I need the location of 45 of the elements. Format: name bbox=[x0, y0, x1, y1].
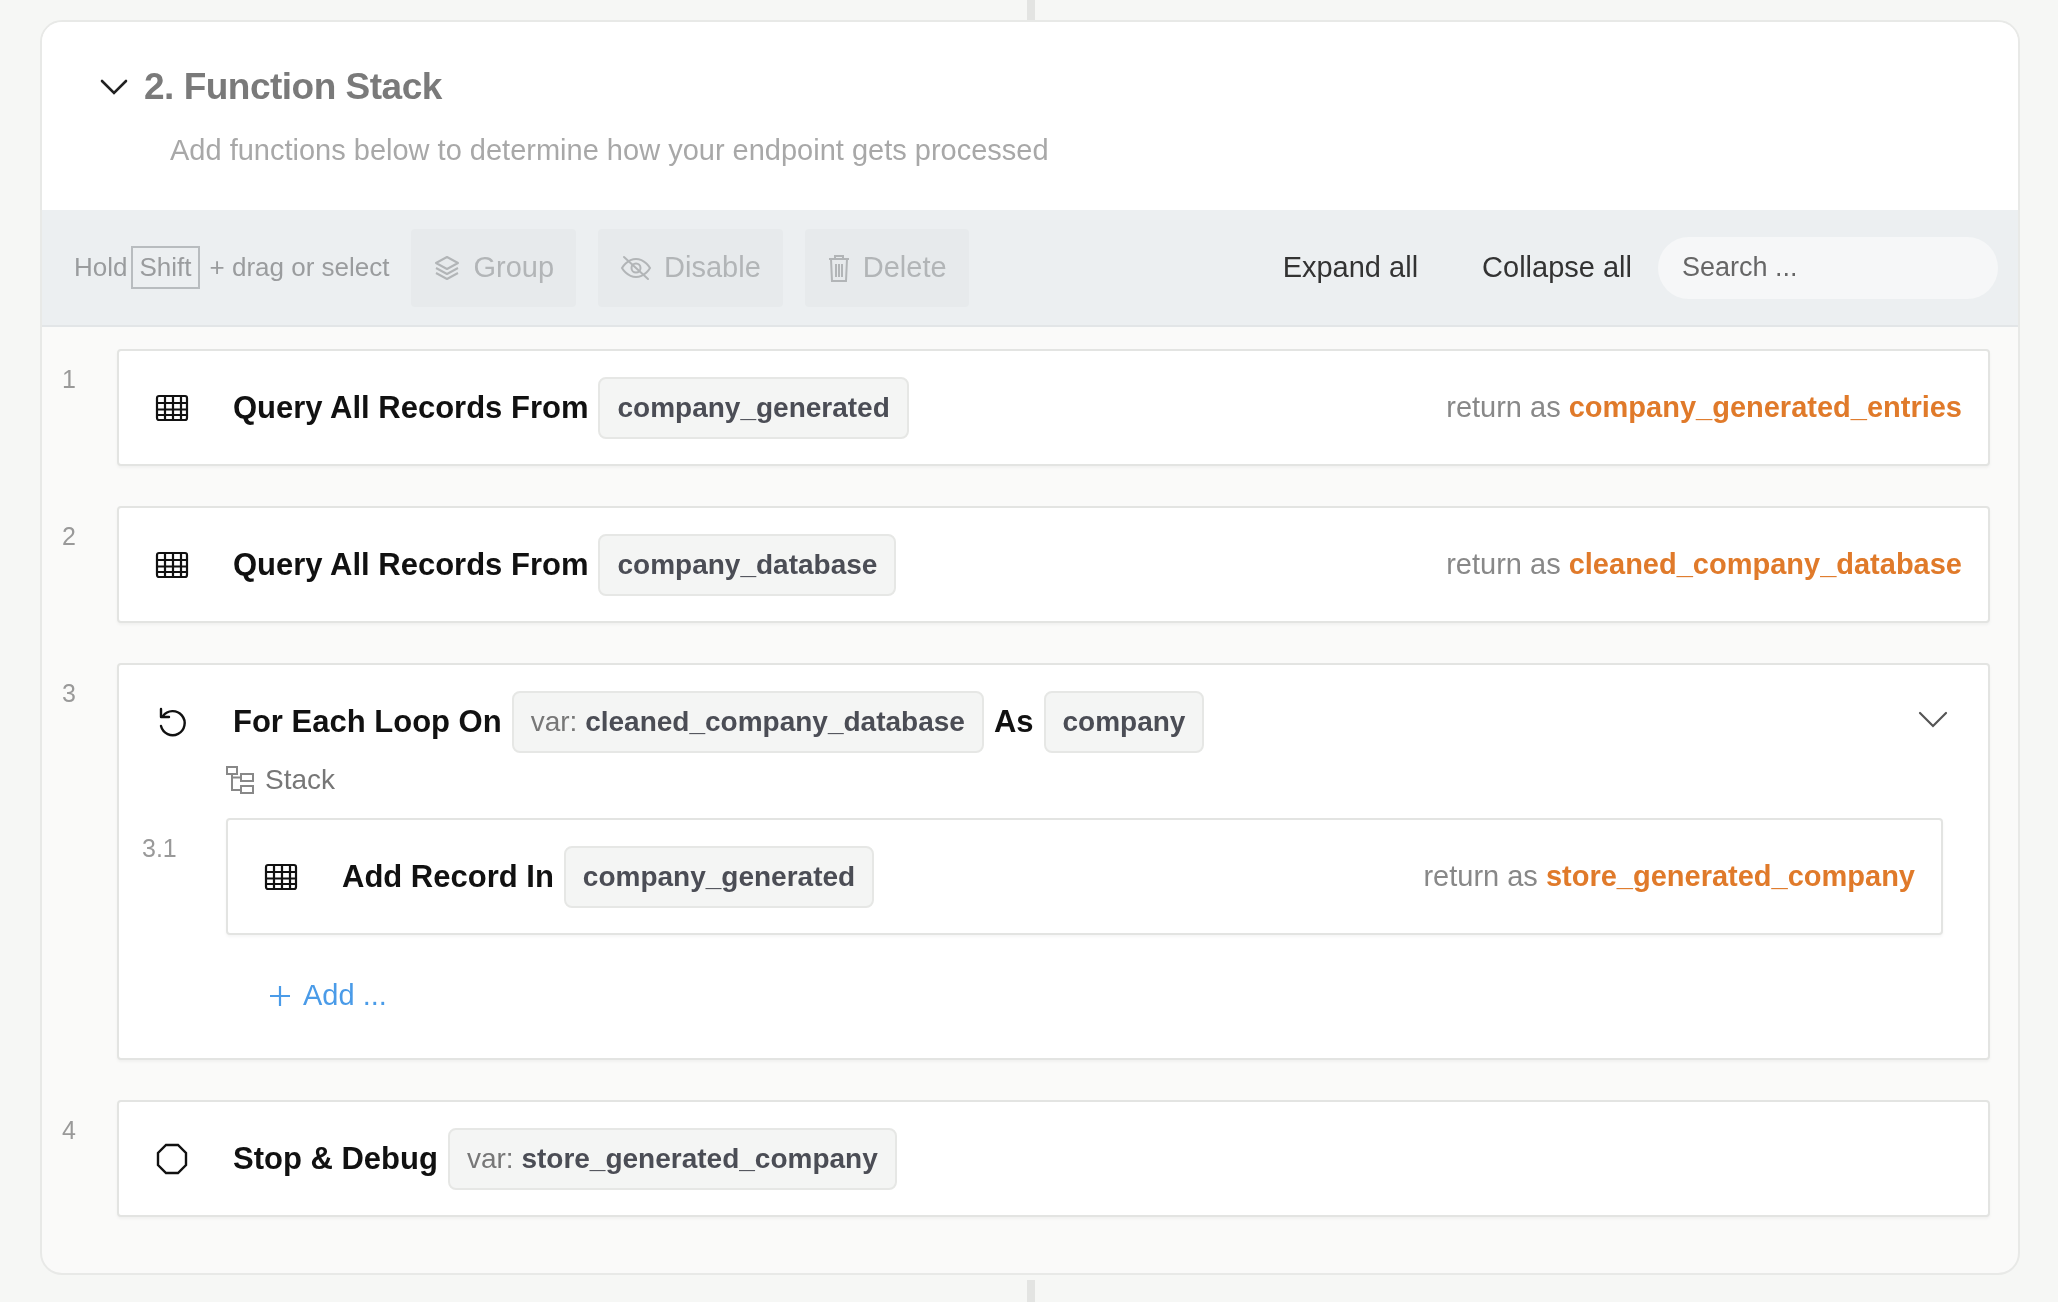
stack-label: Stack bbox=[265, 764, 336, 796]
hint-text: Hold bbox=[74, 252, 128, 283]
chevron-icon[interactable] bbox=[100, 78, 128, 96]
step-number: 4 bbox=[61, 1115, 77, 1145]
argument-chip[interactable]: var: store_generated_company bbox=[447, 1127, 897, 1190]
return-variable-label: return as company_generated_entries bbox=[1446, 391, 1962, 424]
function-title: Stop & Debug bbox=[233, 1140, 438, 1177]
expand-all-button[interactable]: Expand all bbox=[1282, 251, 1419, 284]
function-card[interactable]: Add Record In company_generated return as store_generated_company bbox=[226, 818, 1943, 935]
argument-chip[interactable]: company_generated bbox=[563, 845, 875, 908]
argument-chip[interactable]: company_database bbox=[598, 533, 897, 596]
tree-icon bbox=[225, 765, 255, 795]
eye-off-icon bbox=[620, 253, 653, 282]
table-icon bbox=[155, 550, 189, 579]
table-icon bbox=[264, 862, 298, 891]
step-number: 1 bbox=[61, 364, 77, 394]
octagon-icon bbox=[155, 1141, 189, 1176]
return-variable-label: return as store_generated_company bbox=[1423, 860, 1915, 893]
return-variable-label: return as cleaned_company_database bbox=[1446, 548, 1962, 581]
function-title: For Each Loop On bbox=[233, 703, 502, 740]
function-card[interactable]: Query All Records From company_generated return as company_generated_entries bbox=[117, 349, 1990, 466]
collapse-all-button[interactable]: Collapse all bbox=[1482, 251, 1632, 284]
step-number: 3.1 bbox=[142, 833, 178, 863]
section-title: 2. Function Stack bbox=[144, 66, 442, 108]
section-description: Add functions below to determine how your endpoint gets processed bbox=[170, 134, 1050, 167]
keyword-label: As bbox=[993, 703, 1034, 740]
chevron-icon[interactable] bbox=[1918, 710, 1948, 729]
function-title: Query All Records From bbox=[233, 546, 589, 583]
search-field[interactable]: Search ... bbox=[1658, 236, 1998, 299]
layers-icon bbox=[433, 253, 462, 282]
function-card[interactable]: Query All Records From company_database return as cleaned_company_database bbox=[117, 506, 1990, 623]
key-label: Shift bbox=[131, 246, 200, 289]
function-title: Query All Records From bbox=[233, 389, 589, 426]
argument-chip[interactable]: var: cleaned_company_database bbox=[511, 690, 984, 753]
argument-chip[interactable]: company bbox=[1043, 690, 1205, 753]
argument-chip[interactable]: company_generated bbox=[598, 376, 909, 439]
trash-icon bbox=[826, 252, 851, 283]
function-card[interactable]: Stop & Debug var: store_generated_company bbox=[117, 1100, 1990, 1217]
hint-text: + drag or select bbox=[209, 252, 390, 283]
step-number: 2 bbox=[61, 521, 77, 551]
function-card[interactable]: For Each Loop On var: cleaned_company_database As company Stack 3.1 Add Record In company_generated return as store_generated_company Add ... bbox=[117, 663, 1990, 1060]
table-icon bbox=[155, 393, 189, 422]
plus-icon bbox=[269, 984, 291, 1007]
function-title: Add Record In bbox=[342, 858, 554, 895]
step-number: 3 bbox=[61, 678, 77, 708]
